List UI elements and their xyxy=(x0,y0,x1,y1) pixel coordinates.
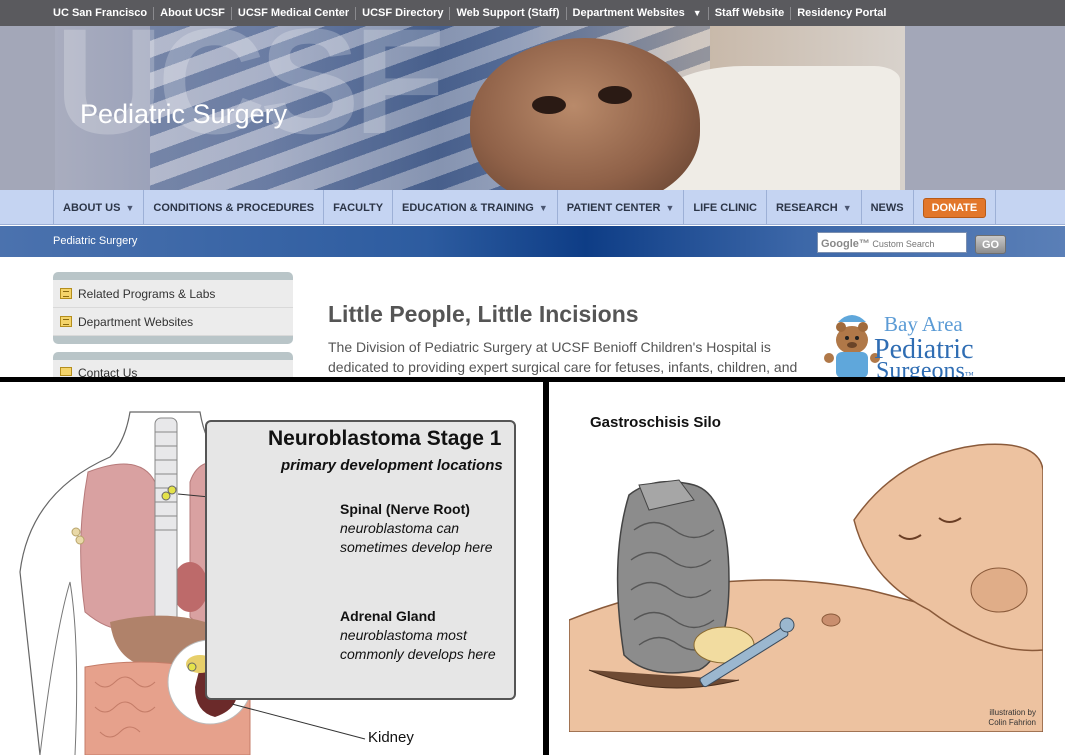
baby-eye xyxy=(598,86,632,104)
main-nav: ABOUT US ▼ CONDITIONS & PROCEDURES FACULT… xyxy=(0,190,1065,225)
sidebar-contact-box: Contact Us xyxy=(53,352,293,378)
illustration-credit: illustration by Colin Fahrion xyxy=(988,708,1036,727)
sidebar-menu: Related Programs & Labs Department Websi… xyxy=(53,272,293,344)
chevron-down-icon: ▼ xyxy=(692,7,702,18)
sidebar-cap xyxy=(53,336,293,344)
utility-link-department-websites[interactable]: Department Websites ▼ xyxy=(565,6,708,20)
utility-link-about[interactable]: About UCSF xyxy=(153,6,231,20)
baby-eye xyxy=(532,96,566,114)
page-root: UC San Francisco About UCSF UCSF Medical… xyxy=(0,0,1065,755)
site-title[interactable]: Pediatric Surgery xyxy=(80,99,287,130)
mail-icon xyxy=(60,367,72,376)
page-headline: Little People, Little Incisions xyxy=(328,301,639,327)
sidebar-item-department-websites[interactable]: Department Websites xyxy=(53,308,293,336)
breadcrumb[interactable]: Pediatric Surgery xyxy=(53,235,137,247)
callout-spinal-heading: Spinal (Nerve Root) xyxy=(340,501,470,517)
utility-link-directory[interactable]: UCSF Directory xyxy=(355,6,449,20)
sidebar-item-related-programs[interactable]: Related Programs & Labs xyxy=(53,280,293,308)
site-banner: UCSF Pediatric Surgery xyxy=(0,26,1065,190)
list-icon xyxy=(60,316,72,327)
gastroschisis-illustration: Gastroschisis Silo illustration by Colin… xyxy=(549,382,1065,755)
logo-line-surgeons: Surgeons™ xyxy=(876,358,974,378)
nav-news[interactable]: NEWS xyxy=(860,190,913,225)
nav-research[interactable]: RESEARCH ▼ xyxy=(765,190,861,225)
illustration-subtitle: primary development locations xyxy=(281,457,503,474)
sidebar-item-contact-us[interactable]: Contact Us xyxy=(53,360,293,378)
callout-adrenal-text: commonly develops here xyxy=(340,646,496,662)
sidebar-cap xyxy=(53,272,293,280)
search-input[interactable]: Google™ Custom Search xyxy=(817,232,967,253)
nav-education-training[interactable]: EDUCATION & TRAINING ▼ xyxy=(392,190,557,225)
utility-bar: UC San Francisco About UCSF UCSF Medical… xyxy=(0,0,1065,26)
utility-link-medical-center[interactable]: UCSF Medical Center xyxy=(230,6,355,20)
illustration-title: Neuroblastoma Stage 1 xyxy=(268,427,502,450)
chevron-down-icon: ▼ xyxy=(665,202,675,213)
intro-paragraph: The Division of Pediatric Surgery at UCS… xyxy=(328,339,798,375)
utility-link-staff-website[interactable]: Staff Website xyxy=(707,6,790,20)
list-icon xyxy=(60,288,72,299)
illustration-title: Gastroschisis Silo xyxy=(590,414,721,431)
donate-button[interactable]: DONATE xyxy=(922,197,987,218)
sidebar-item-label: Related Programs & Labs xyxy=(78,286,216,301)
chevron-down-icon: ▼ xyxy=(842,202,852,213)
bay-area-pediatric-surgeons-logo[interactable]: Bay Area Pediatric Surgeons™ xyxy=(822,300,992,378)
sidebar-item-label: Department Websites xyxy=(78,314,194,329)
infant-with-silo-drawing xyxy=(568,440,1044,733)
nav-faculty[interactable]: FACULTY xyxy=(323,190,392,225)
gastroschisis-drawing xyxy=(568,440,1044,733)
kidney-label: Kidney xyxy=(368,729,414,746)
callout-spinal-text: sometimes develop here xyxy=(340,539,493,555)
nav-about-us[interactable]: ABOUT US ▼ xyxy=(53,190,143,225)
callout-adrenal-text: neuroblastoma most xyxy=(340,627,467,643)
search-placeholder: Custom Search xyxy=(872,239,935,249)
chevron-down-icon: ▼ xyxy=(125,202,135,213)
chevron-down-icon: ▼ xyxy=(538,202,548,213)
callout-adrenal-heading: Adrenal Gland xyxy=(340,608,436,624)
nav-conditions-procedures[interactable]: CONDITIONS & PROCEDURES xyxy=(143,190,323,225)
search-go-button[interactable]: GO xyxy=(975,235,1006,254)
utility-link-ucsf[interactable]: UC San Francisco xyxy=(47,7,153,20)
nav-donate-slot: DONATE xyxy=(912,190,997,225)
neuroblastoma-illustration: Neuroblastoma Stage 1 primary developmen… xyxy=(0,382,543,755)
nav-patient-center[interactable]: PATIENT CENTER ▼ xyxy=(556,190,684,225)
breadcrumb-bar: Pediatric Surgery Google™ Custom Search … xyxy=(0,226,1065,257)
nav-life-clinic[interactable]: LIFE CLINIC xyxy=(683,190,766,225)
utility-link-residency-portal[interactable]: Residency Portal xyxy=(790,6,892,20)
utility-link-web-support[interactable]: Web Support (Staff) xyxy=(449,6,565,20)
callout-spinal-text: neuroblastoma can xyxy=(340,520,460,536)
google-logo: Google™ xyxy=(821,238,870,250)
